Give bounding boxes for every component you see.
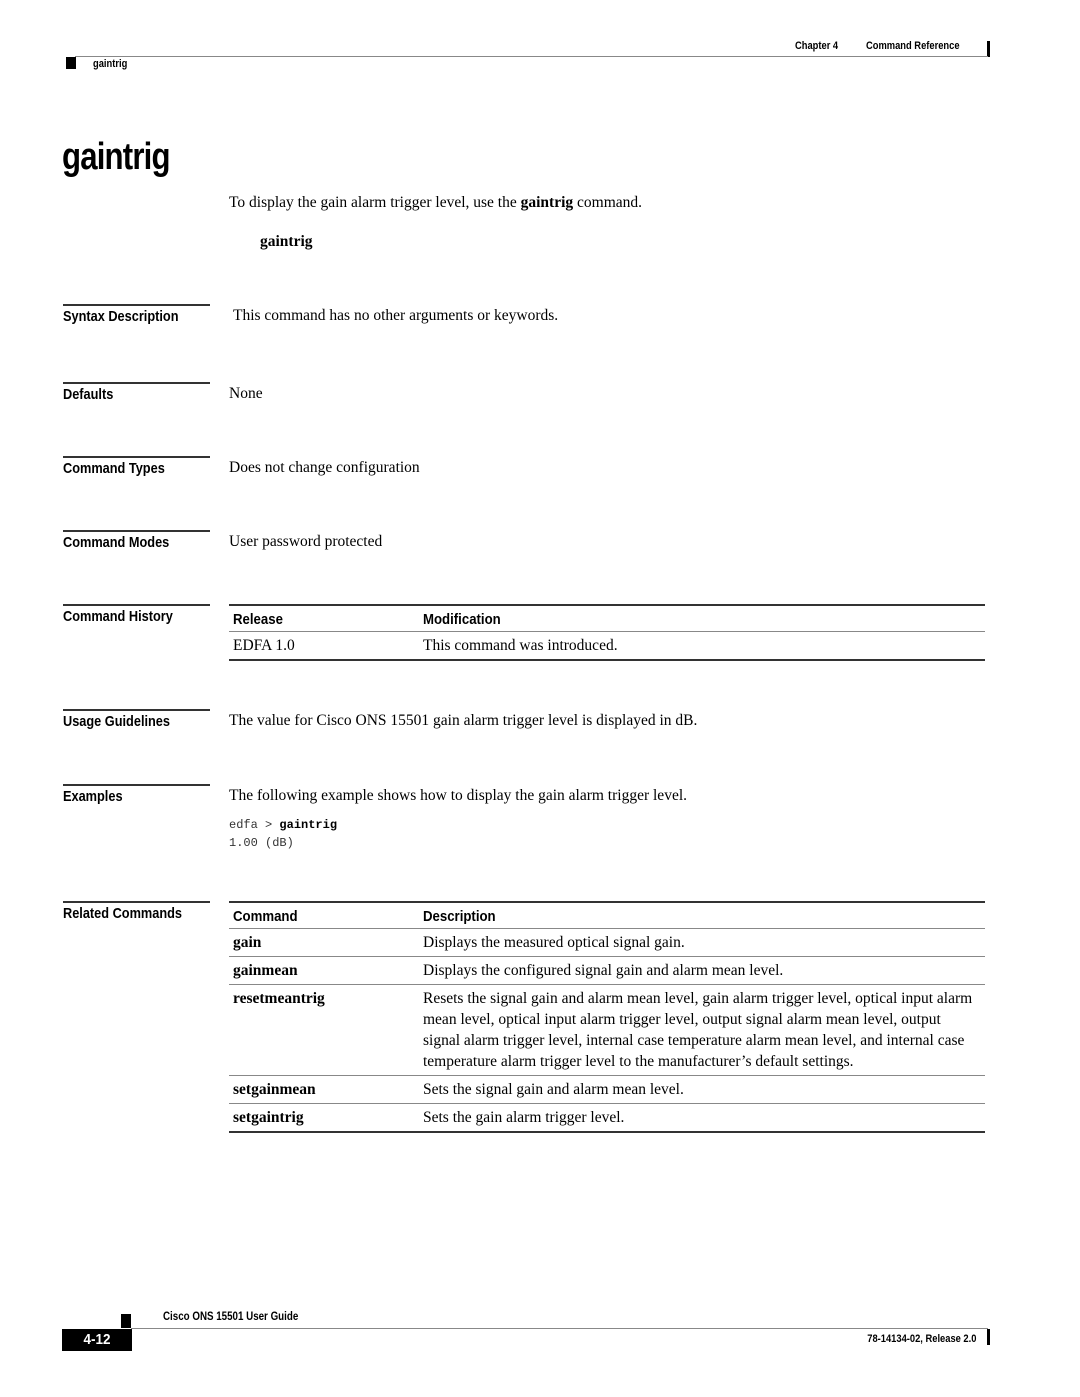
section-label-command-history: Command History (63, 608, 173, 625)
cli-prompt: edfa > (229, 818, 280, 832)
column-header: Release (233, 611, 283, 628)
table-header-row: Release Modification (229, 606, 985, 632)
command-modes-text: User password protected (229, 533, 383, 550)
section-rule (63, 382, 210, 384)
header-bar (987, 41, 990, 57)
section-rule (63, 456, 210, 458)
usage-guidelines-text: The value for Cisco ONS 15501 gain alarm… (229, 712, 698, 729)
command-name: setgainmean (233, 1081, 316, 1098)
command-types-text: Does not change configuration (229, 459, 420, 476)
command-name: gain (233, 934, 262, 951)
command-name: resetmeantrig (233, 990, 325, 1007)
intro-after: command. (573, 194, 643, 211)
running-header: Chapter 4 Command Reference (795, 40, 976, 52)
section-label-defaults: Defaults (63, 386, 114, 403)
guide-title: Cisco ONS 15501 User Guide (163, 1311, 299, 1323)
command-description: Resets the signal gain and alarm mean le… (423, 990, 973, 1070)
section-label-examples: Examples (63, 788, 123, 805)
section-label-command-types: Command Types (63, 460, 165, 477)
cli-command: gaintrig (279, 818, 338, 832)
section-rule (63, 304, 210, 306)
modification-cell: This command was introduced. (423, 637, 618, 654)
page-number: 4-12 (62, 1329, 132, 1351)
section-rule (63, 709, 210, 711)
command-description: Displays the measured optical signal gai… (423, 934, 685, 951)
page-number-text: 4-12 (83, 1331, 111, 1348)
footer-bar (987, 1329, 990, 1345)
section-label: Command Reference (865, 40, 960, 52)
command-history-table: Release Modification EDFA 1.0 This comma… (229, 604, 985, 661)
section-rule (63, 604, 210, 606)
column-header: Description (423, 908, 496, 925)
section-rule (63, 784, 210, 786)
syntax-description-text: This command has no other arguments or k… (233, 307, 559, 324)
page-title: gaintrig (62, 136, 171, 178)
command-name: setgaintrig (233, 1109, 304, 1126)
table-header-row: Command Description (229, 903, 985, 929)
defaults-text: None (229, 385, 263, 402)
command-name: gainmean (233, 962, 298, 979)
table-row: gain Displays the measured optical signa… (229, 929, 985, 957)
table-row: setgaintrig Sets the gain alarm trigger … (229, 1104, 985, 1133)
table-row: setgainmean Sets the signal gain and ala… (229, 1076, 985, 1104)
intro-command: gaintrig (520, 194, 574, 211)
running-head-title: gaintrig (93, 58, 128, 70)
section-label-usage-guidelines: Usage Guidelines (63, 713, 170, 730)
example-output: 1.00 (dB) (229, 836, 294, 850)
table-row: resetmeantrig Resets the signal gain and… (229, 985, 985, 1076)
column-header: Modification (423, 611, 501, 628)
table-row: gainmean Displays the configured signal … (229, 957, 985, 985)
header-marker (66, 57, 76, 69)
section-label-command-modes: Command Modes (63, 534, 170, 551)
section-rule (63, 530, 210, 532)
footer-marker (121, 1314, 131, 1328)
command-description: Displays the configured signal gain and … (423, 962, 784, 979)
column-header: Command (233, 908, 298, 925)
header-rule (75, 56, 988, 57)
command-description: Sets the gain alarm trigger level. (423, 1109, 625, 1126)
section-rule (63, 901, 210, 903)
intro-before: To display the gain alarm trigger level,… (229, 194, 521, 211)
table-row: EDFA 1.0 This command was introduced. (229, 632, 985, 661)
related-commands-table: Command Description gain Displays the me… (229, 901, 985, 1133)
release-cell: EDFA 1.0 (233, 637, 295, 654)
command-description: Sets the signal gain and alarm mean leve… (423, 1081, 684, 1098)
section-label-related-commands: Related Commands (63, 905, 183, 922)
chapter-label: Chapter 4 (795, 40, 839, 52)
command-syntax: gaintrig (260, 233, 313, 250)
release-label: 78-14134-02, Release 2.0 (866, 1333, 976, 1345)
section-label-syntax-description: Syntax Description (63, 308, 179, 325)
example-command-line: edfa > gaintrig (229, 818, 337, 832)
examples-text: The following example shows how to displ… (229, 787, 687, 804)
footer-rule (131, 1328, 988, 1329)
intro-text: To display the gain alarm trigger level,… (229, 194, 642, 212)
